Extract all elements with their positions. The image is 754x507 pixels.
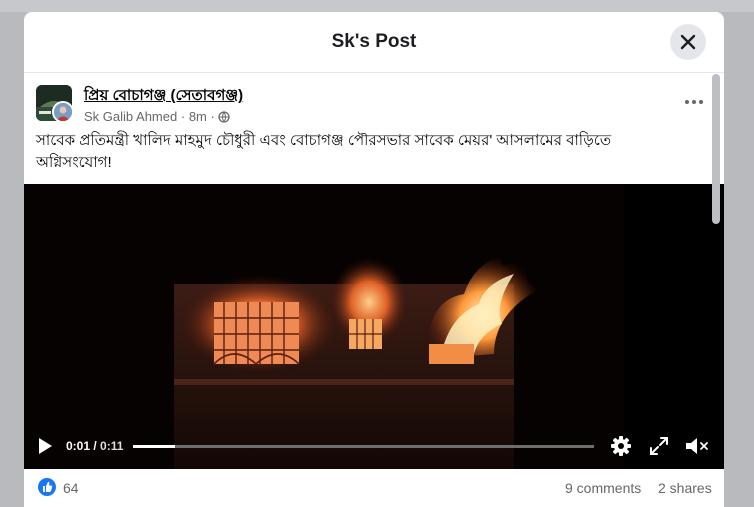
- post-text: সাবেক প্রতিমন্ত্রী খালিদ মাহমুদ চৌধুরী এ…: [36, 132, 612, 171]
- post-header: প্রিয় বোচাগঞ্জ (সেতাবগঞ্জ) Sk Galib Ahm…: [24, 72, 724, 130]
- globe-icon: [218, 110, 231, 123]
- reaction-count[interactable]: 64: [63, 480, 79, 496]
- fullscreen-icon: [650, 437, 668, 455]
- current-time: 0:01: [66, 439, 91, 453]
- shares-count-link[interactable]: 2 shares: [658, 480, 712, 496]
- progress-fill: [133, 445, 175, 448]
- volume-muted-icon: [686, 438, 708, 454]
- author-name[interactable]: Sk Galib Ahmed: [84, 109, 177, 124]
- video-time: 0:01 / 0:11: [66, 439, 123, 453]
- close-button[interactable]: [670, 24, 706, 60]
- total-time: 0:11: [100, 439, 124, 453]
- video-controls: 0:01 / 0:11: [24, 430, 724, 462]
- meta-separator-2: ·: [210, 109, 215, 125]
- progress-bar[interactable]: [133, 445, 594, 448]
- meta-separator: ·: [180, 109, 186, 125]
- play-button[interactable]: [36, 436, 54, 456]
- fullscreen-button[interactable]: [648, 435, 670, 457]
- page-name-link[interactable]: প্রিয় বোচাগঞ্জ (সেতাবগঞ্জ): [84, 84, 243, 109]
- more-dots-icon: [685, 100, 703, 104]
- comments-count-link[interactable]: 9 comments: [565, 480, 641, 496]
- gear-icon: [611, 436, 631, 456]
- scrollbar-thumb[interactable]: [712, 74, 720, 224]
- settings-button[interactable]: [610, 435, 632, 457]
- post-stats: 64 9 comments 2 shares: [24, 469, 724, 507]
- play-icon: [39, 438, 52, 454]
- video-player[interactable]: 0:01 / 0:11: [24, 184, 724, 469]
- like-reaction-icon[interactable]: [38, 478, 56, 496]
- author-avatar[interactable]: [52, 101, 74, 123]
- video-frame[interactable]: [24, 184, 724, 469]
- page-backdrop: [0, 0, 754, 12]
- post-modal: Sk's Post প্রিয় বোচাগঞ্জ (সেতাবগঞ্জ) Sk…: [24, 12, 724, 507]
- post-meta: Sk Galib Ahmed · 8m ·: [84, 108, 231, 125]
- more-options-button[interactable]: [680, 94, 708, 114]
- modal-title: Sk's Post: [331, 31, 417, 52]
- modal-header: Sk's Post: [24, 12, 724, 73]
- close-icon: [680, 34, 696, 50]
- time-separator: /: [90, 439, 101, 453]
- post-time[interactable]: 8m: [189, 109, 207, 124]
- mute-button[interactable]: [684, 435, 708, 457]
